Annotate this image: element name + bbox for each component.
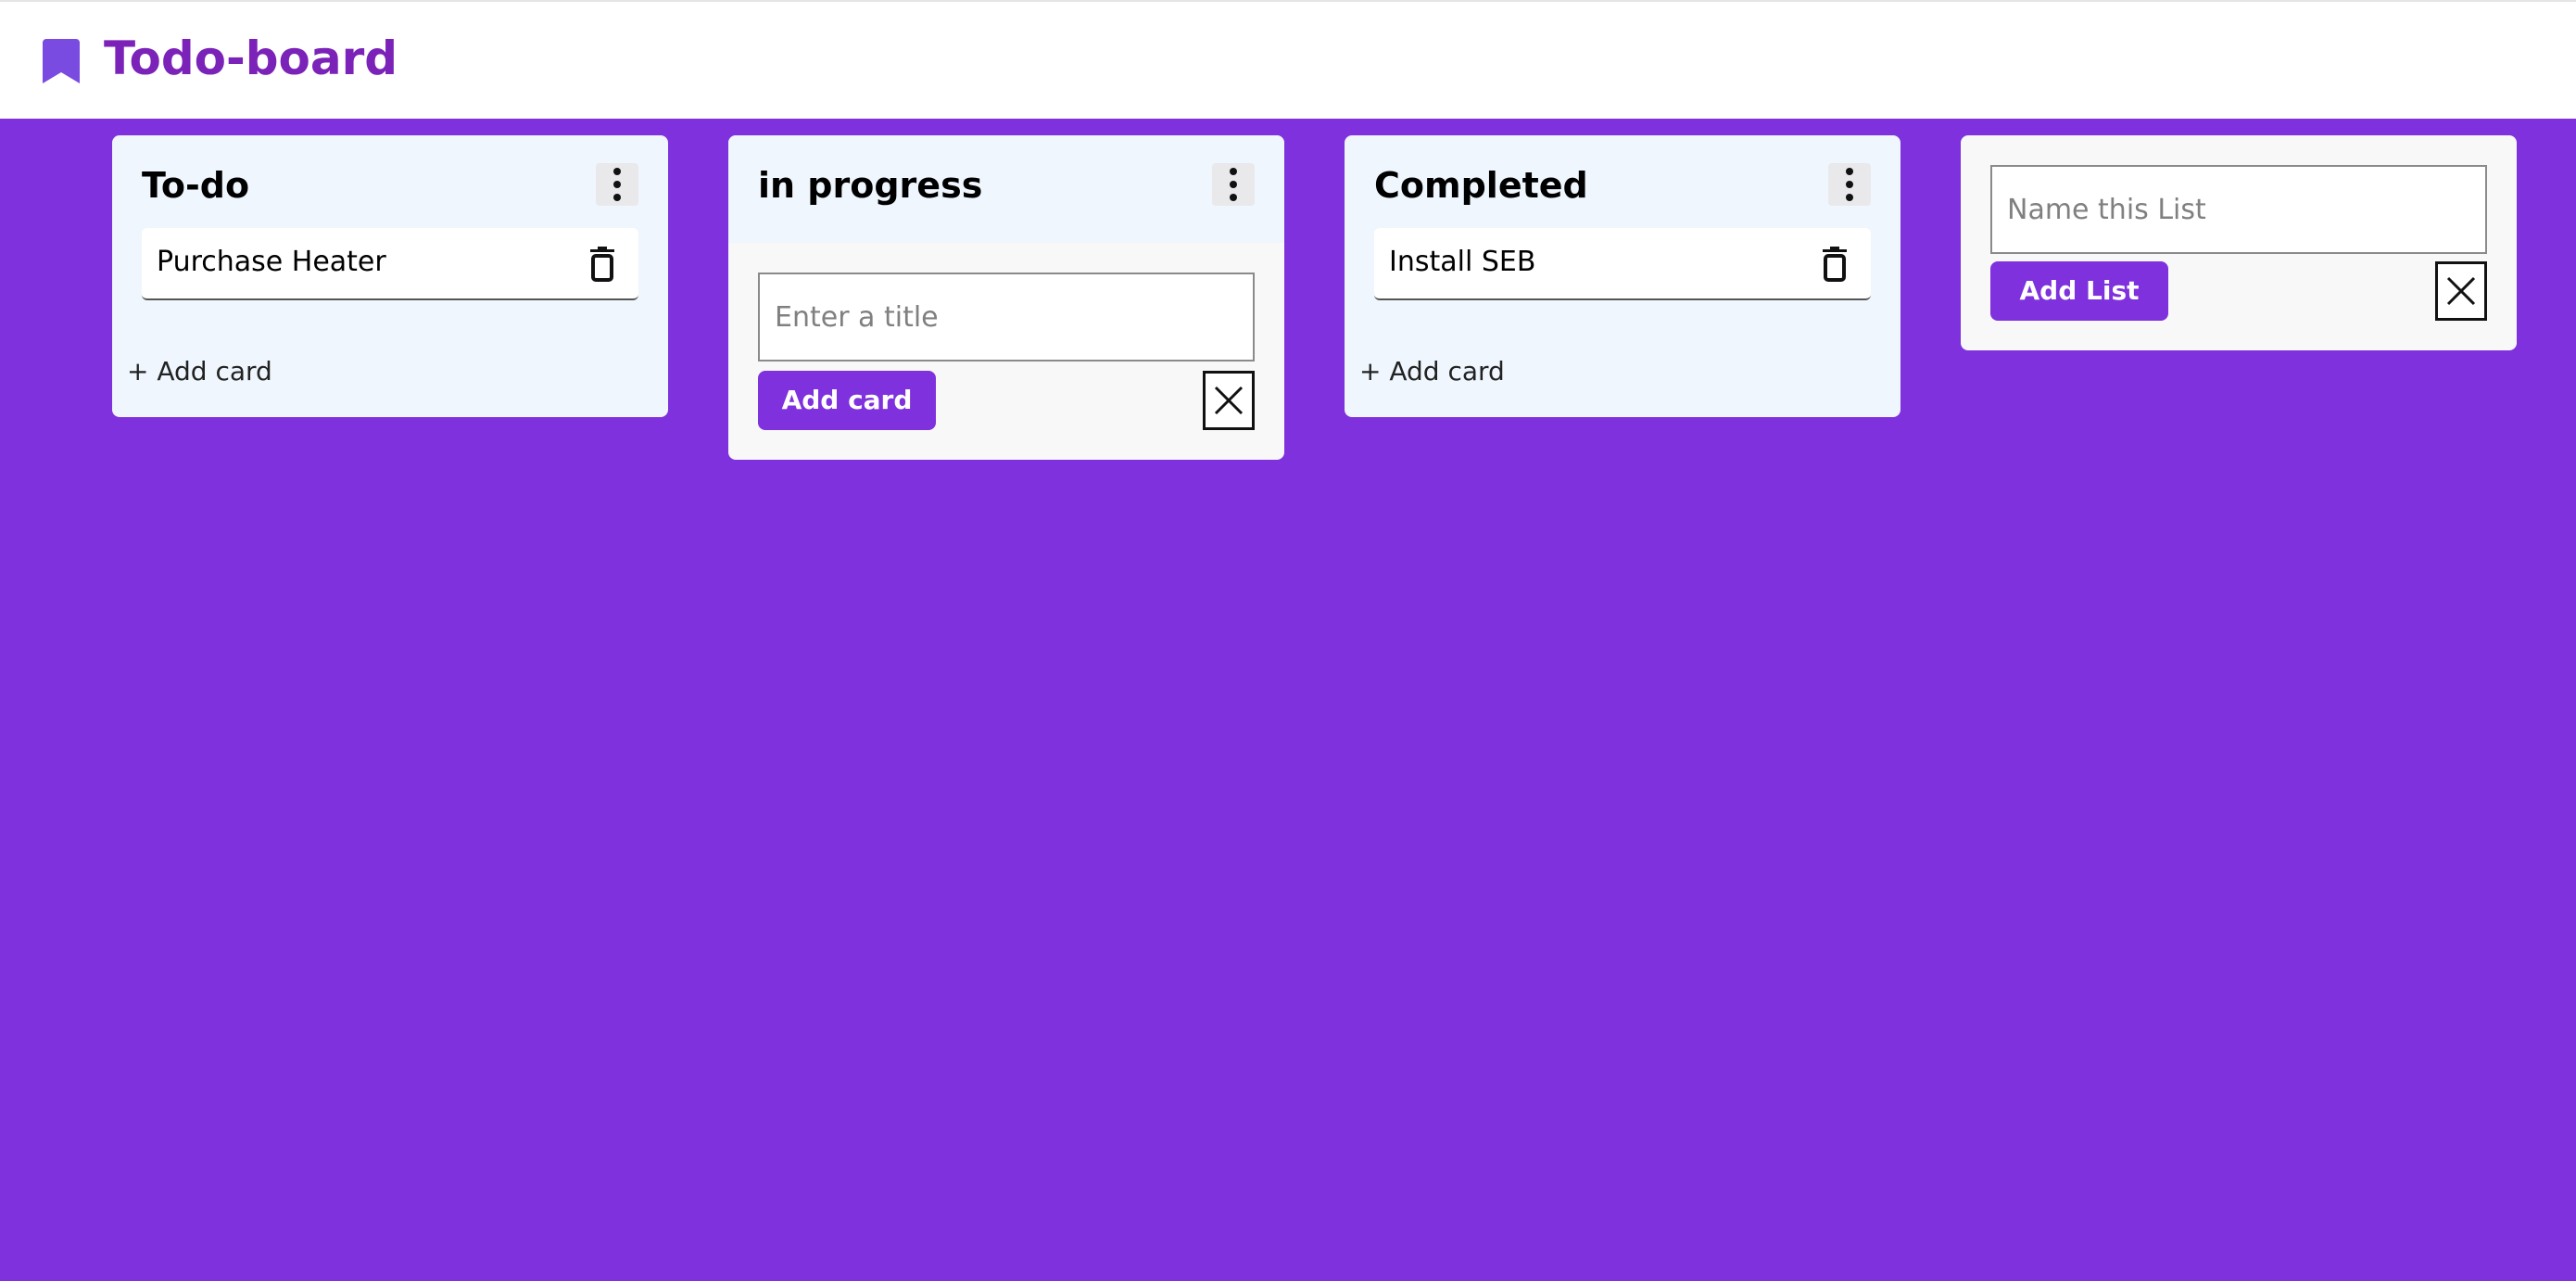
close-new-list-button[interactable] bbox=[2435, 261, 2487, 321]
add-list-button[interactable]: Add List bbox=[1990, 261, 2168, 321]
list-menu-button[interactable] bbox=[1212, 163, 1255, 206]
vertical-dots-icon bbox=[613, 168, 621, 175]
app-title: Todo-board bbox=[104, 32, 398, 85]
card-title-input[interactable] bbox=[758, 273, 1255, 361]
close-icon bbox=[2446, 276, 2476, 306]
card-title: Purchase Heater bbox=[157, 246, 386, 278]
list-menu-button[interactable] bbox=[1828, 163, 1871, 206]
add-card-button[interactable]: Add card bbox=[758, 371, 936, 430]
vertical-dots-icon bbox=[1230, 168, 1237, 175]
list-title: Completed bbox=[1374, 165, 1588, 206]
vertical-dots-icon bbox=[1846, 168, 1853, 175]
list-title: in progress bbox=[758, 165, 983, 206]
trash-icon[interactable] bbox=[588, 247, 616, 282]
new-list-composer: Add List bbox=[1961, 135, 2517, 350]
list-menu-button[interactable] bbox=[596, 163, 638, 206]
list-in-progress: in progress Add card bbox=[728, 135, 1284, 460]
list-title: To-do bbox=[142, 165, 250, 206]
trash-icon[interactable] bbox=[1821, 247, 1849, 282]
add-card-link[interactable]: + Add card bbox=[1359, 354, 1505, 389]
card-title: Install SEB bbox=[1389, 246, 1536, 278]
close-add-card-button[interactable] bbox=[1203, 371, 1255, 430]
close-icon bbox=[1214, 386, 1244, 415]
list-todo: To-do Purchase Heater + Add card bbox=[112, 135, 668, 417]
list-completed: Completed Install SEB + Add card bbox=[1345, 135, 1900, 417]
add-card-link[interactable]: + Add card bbox=[127, 354, 272, 389]
app-header: Todo-board bbox=[0, 0, 2576, 119]
card[interactable]: Install SEB bbox=[1374, 228, 1871, 300]
bookmark-icon bbox=[43, 39, 80, 83]
list-name-input[interactable] bbox=[1990, 165, 2487, 254]
card[interactable]: Purchase Heater bbox=[142, 228, 638, 300]
